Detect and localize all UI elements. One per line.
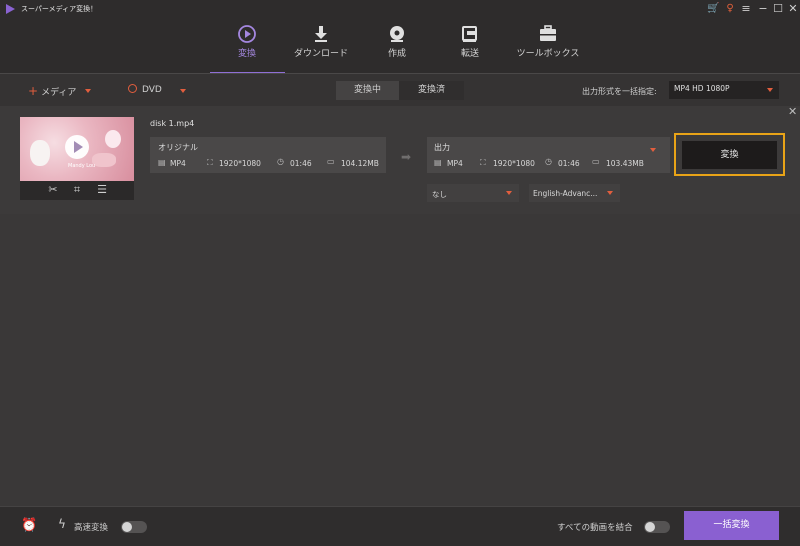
tab-transfer[interactable]: 転送 bbox=[430, 20, 510, 72]
fast-convert-label: 高速変換 bbox=[74, 523, 109, 533]
clock-icon: ◷ bbox=[277, 157, 284, 166]
tab-converting[interactable]: 変換中 bbox=[336, 81, 399, 100]
app-logo-icon bbox=[6, 4, 15, 14]
add-media-button[interactable]: + メディア bbox=[28, 84, 76, 98]
tab-toolbox[interactable]: ツールボックス bbox=[508, 20, 588, 72]
convert-all-button[interactable]: 一括変換 bbox=[684, 511, 779, 540]
convert-button[interactable]: 変換 bbox=[682, 141, 777, 169]
transfer-icon bbox=[462, 26, 477, 42]
file-name: disk 1.mp4 bbox=[150, 119, 195, 128]
dvd-dropdown-icon[interactable] bbox=[180, 89, 186, 93]
merge-videos-toggle[interactable] bbox=[644, 521, 670, 533]
alarm-clock-icon[interactable]: ⏰ bbox=[21, 518, 37, 533]
chevron-down-icon[interactable] bbox=[767, 88, 773, 92]
tab-create[interactable]: 作成 bbox=[357, 20, 437, 72]
play-circle-icon bbox=[238, 25, 256, 43]
add-media-label: メディア bbox=[41, 88, 77, 98]
resolution-icon: ⛶ bbox=[207, 158, 213, 167]
tab-convert-label: 変換 bbox=[237, 49, 256, 59]
thumbnail-decoration bbox=[30, 140, 50, 166]
output-settings-dropdown-icon[interactable] bbox=[650, 148, 656, 152]
folder-icon: ▭ bbox=[327, 157, 335, 166]
dvd-icon bbox=[128, 84, 137, 93]
tab-convert[interactable]: 変換 bbox=[207, 20, 287, 72]
add-media-dropdown-icon[interactable] bbox=[85, 89, 91, 93]
original-duration: 01:46 bbox=[290, 159, 312, 168]
app-title: スーパーメディア変換！ bbox=[21, 5, 98, 13]
output-title: 出力 bbox=[434, 143, 450, 152]
output-resolution: 1920*1080 bbox=[493, 159, 535, 168]
tab-converted[interactable]: 変換済 bbox=[399, 81, 464, 100]
thumbnail-decoration bbox=[105, 130, 121, 148]
dvd-label: DVD bbox=[142, 85, 162, 95]
add-dvd-button[interactable]: DVD bbox=[128, 84, 162, 95]
minimize-icon[interactable]: − bbox=[757, 3, 769, 15]
footer-bar bbox=[0, 506, 800, 546]
film-icon: ▤ bbox=[158, 158, 166, 167]
original-resolution: 1920*1080 bbox=[219, 159, 261, 168]
thumbnail-text: Mandy Lou bbox=[68, 163, 96, 169]
file-list-empty-area bbox=[0, 214, 800, 506]
close-icon[interactable]: ✕ bbox=[787, 3, 799, 15]
original-size: 104.12MB bbox=[341, 159, 379, 168]
effects-icon[interactable]: ☰ bbox=[95, 183, 109, 197]
toolbox-icon bbox=[540, 25, 556, 41]
merge-videos-label: すべての動画を結合 bbox=[557, 523, 633, 533]
download-icon bbox=[315, 26, 327, 42]
lightning-icon: ϟ bbox=[58, 517, 66, 531]
original-title: オリジナル bbox=[158, 143, 198, 152]
original-format: MP4 bbox=[170, 159, 186, 168]
maximize-icon[interactable]: ☐ bbox=[772, 3, 784, 15]
audio-track-value: English-Advanc... bbox=[533, 189, 598, 198]
toggle-knob bbox=[645, 522, 655, 532]
tab-download[interactable]: ダウンロード bbox=[281, 20, 361, 72]
play-icon bbox=[74, 141, 83, 153]
batch-format-value: MP4 HD 1080P bbox=[674, 84, 730, 93]
scissors-icon[interactable]: ✂ bbox=[46, 183, 60, 197]
cart-icon[interactable]: 🛒 bbox=[707, 3, 719, 15]
chevron-down-icon[interactable] bbox=[607, 191, 613, 195]
disc-icon bbox=[390, 26, 404, 42]
tab-toolbox-label: ツールボックス bbox=[516, 49, 580, 59]
plus-icon: + bbox=[28, 84, 39, 98]
menu-icon[interactable]: ≡ bbox=[740, 3, 752, 15]
output-format: MP4 bbox=[447, 159, 463, 168]
film-icon: ▤ bbox=[434, 158, 442, 167]
resolution-icon: ⛶ bbox=[480, 158, 486, 167]
thumbnail-decoration bbox=[92, 153, 116, 167]
fast-convert-toggle[interactable] bbox=[121, 521, 147, 533]
user-icon[interactable]: ♀ bbox=[724, 3, 736, 15]
output-size: 103.43MB bbox=[606, 159, 644, 168]
batch-format-label: 出力形式を一括指定: bbox=[582, 87, 657, 96]
tab-create-label: 作成 bbox=[387, 49, 406, 59]
output-duration: 01:46 bbox=[558, 159, 580, 168]
tab-transfer-label: 転送 bbox=[460, 49, 479, 59]
toggle-knob bbox=[122, 522, 132, 532]
tab-download-label: ダウンロード bbox=[293, 49, 348, 59]
remove-item-icon[interactable]: ✕ bbox=[788, 105, 797, 118]
arrow-right-icon: ➡ bbox=[401, 150, 412, 164]
clock-icon: ◷ bbox=[545, 157, 552, 166]
chevron-down-icon[interactable] bbox=[506, 191, 512, 195]
folder-icon: ▭ bbox=[592, 157, 600, 166]
subtitle-value: なし bbox=[432, 190, 447, 199]
crop-icon[interactable]: ⌗ bbox=[70, 183, 84, 197]
